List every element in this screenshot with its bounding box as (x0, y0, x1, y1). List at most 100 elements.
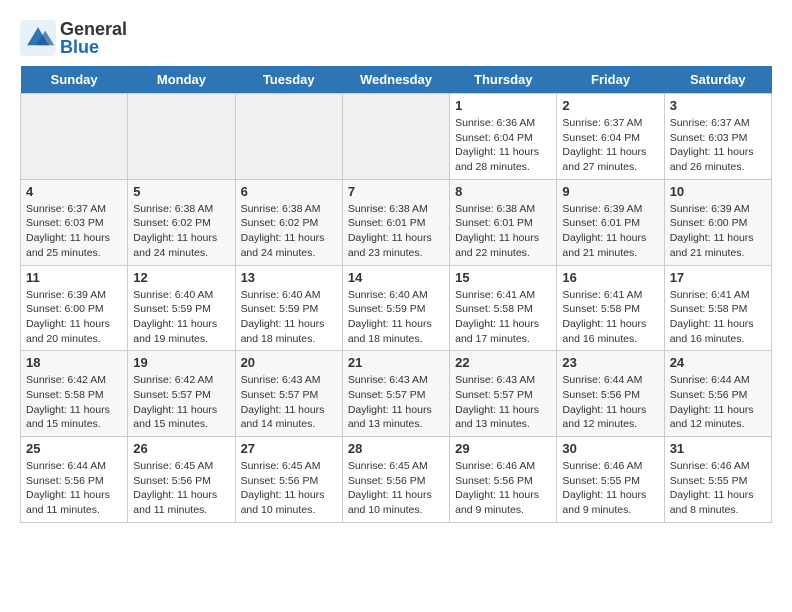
day-number: 10 (670, 184, 766, 199)
day-info: Sunrise: 6:38 AMSunset: 6:01 PMDaylight:… (348, 202, 444, 261)
day-number: 19 (133, 355, 229, 370)
day-number: 8 (455, 184, 551, 199)
day-info: Sunrise: 6:46 AMSunset: 5:56 PMDaylight:… (455, 459, 551, 518)
day-number: 7 (348, 184, 444, 199)
day-number: 9 (562, 184, 658, 199)
day-of-week-header: Tuesday (235, 66, 342, 94)
day-info: Sunrise: 6:42 AMSunset: 5:57 PMDaylight:… (133, 373, 229, 432)
calendar-cell: 24Sunrise: 6:44 AMSunset: 5:56 PMDayligh… (664, 351, 771, 437)
day-info: Sunrise: 6:45 AMSunset: 5:56 PMDaylight:… (241, 459, 337, 518)
header-row: SundayMondayTuesdayWednesdayThursdayFrid… (21, 66, 772, 94)
day-info: Sunrise: 6:38 AMSunset: 6:02 PMDaylight:… (133, 202, 229, 261)
day-info: Sunrise: 6:39 AMSunset: 6:00 PMDaylight:… (670, 202, 766, 261)
calendar-cell: 31 Sunrise: 6:46 AMSunset: 5:55 PMDayligh… (664, 437, 771, 523)
day-info: Sunrise: 6:43 AMSunset: 5:57 PMDaylight:… (348, 373, 444, 432)
day-number: 27 (241, 441, 337, 456)
day-info: Sunrise: 6:42 AMSunset: 5:58 PMDaylight:… (26, 373, 122, 432)
day-number: 30 (562, 441, 658, 456)
calendar-cell: 9 Sunrise: 6:39 AMSunset: 6:01 PMDaylight… (557, 179, 664, 265)
day-info: Sunrise: 6:39 AMSunset: 6:00 PMDaylight:… (26, 288, 122, 347)
day-number: 16 (562, 270, 658, 285)
calendar-cell: 6 Sunrise: 6:38 AMSunset: 6:02 PMDaylight… (235, 179, 342, 265)
day-number: 26 (133, 441, 229, 456)
day-info: Sunrise: 6:37 AMSunset: 6:03 PMDaylight:… (670, 116, 766, 175)
day-number: 22 (455, 355, 551, 370)
day-info: Sunrise: 6:37 AMSunset: 6:04 PMDaylight:… (562, 116, 658, 175)
day-number: 23 (562, 355, 658, 370)
calendar-cell: 30 Sunrise: 6:46 AMSunset: 5:55 PMDayligh… (557, 437, 664, 523)
day-of-week-header: Friday (557, 66, 664, 94)
day-number: 28 (348, 441, 444, 456)
day-number: 2 (562, 98, 658, 113)
day-of-week-header: Monday (128, 66, 235, 94)
calendar-cell: 4 Sunrise: 6:37 AMSunset: 6:03 PMDaylight… (21, 179, 128, 265)
calendar-cell: 5Sunrise: 6:38 AMSunset: 6:02 PMDaylight… (128, 179, 235, 265)
calendar-cell (235, 94, 342, 180)
calendar-cell: 16 Sunrise: 6:41 AMSunset: 5:58 PMDayligh… (557, 265, 664, 351)
day-info: Sunrise: 6:44 AMSunset: 5:56 PMDaylight:… (26, 459, 122, 518)
day-of-week-header: Saturday (664, 66, 771, 94)
day-info: Sunrise: 6:43 AMSunset: 5:57 PMDaylight:… (241, 373, 337, 432)
calendar-cell: 1Sunrise: 6:36 AMSunset: 6:04 PMDaylight… (450, 94, 557, 180)
calendar-cell: 7 Sunrise: 6:38 AMSunset: 6:01 PMDaylight… (342, 179, 449, 265)
calendar-week-row: 4 Sunrise: 6:37 AMSunset: 6:03 PMDaylight… (21, 179, 772, 265)
day-info: Sunrise: 6:40 AMSunset: 5:59 PMDaylight:… (348, 288, 444, 347)
day-info: Sunrise: 6:41 AMSunset: 5:58 PMDaylight:… (562, 288, 658, 347)
calendar-cell: 20Sunrise: 6:43 AMSunset: 5:57 PMDayligh… (235, 351, 342, 437)
calendar-cell: 25 Sunrise: 6:44 AMSunset: 5:56 PMDayligh… (21, 437, 128, 523)
day-number: 17 (670, 270, 766, 285)
day-number: 15 (455, 270, 551, 285)
day-info: Sunrise: 6:43 AMSunset: 5:57 PMDaylight:… (455, 373, 551, 432)
day-number: 29 (455, 441, 551, 456)
calendar-cell: 19 Sunrise: 6:42 AMSunset: 5:57 PMDayligh… (128, 351, 235, 437)
calendar-cell: 10 Sunrise: 6:39 AMSunset: 6:00 PMDayligh… (664, 179, 771, 265)
calendar-week-row: 25 Sunrise: 6:44 AMSunset: 5:56 PMDayligh… (21, 437, 772, 523)
day-number: 6 (241, 184, 337, 199)
day-info: Sunrise: 6:44 AMSunset: 5:56 PMDaylight:… (562, 373, 658, 432)
calendar-cell: 27 Sunrise: 6:45 AMSunset: 5:56 PMDayligh… (235, 437, 342, 523)
day-info: Sunrise: 6:38 AMSunset: 6:01 PMDaylight:… (455, 202, 551, 261)
day-info: Sunrise: 6:44 AMSunset: 5:56 PMDaylight:… (670, 373, 766, 432)
calendar-week-row: 11 Sunrise: 6:39 AMSunset: 6:00 PMDayligh… (21, 265, 772, 351)
calendar-cell: 15 Sunrise: 6:41 AMSunset: 5:58 PMDayligh… (450, 265, 557, 351)
logo: GeneralBlue (20, 20, 127, 56)
day-info: Sunrise: 6:38 AMSunset: 6:02 PMDaylight:… (241, 202, 337, 261)
logo-icon (20, 20, 56, 56)
calendar-cell: 14Sunrise: 6:40 AMSunset: 5:59 PMDayligh… (342, 265, 449, 351)
logo-text: GeneralBlue (60, 20, 127, 56)
day-info: Sunrise: 6:40 AMSunset: 5:59 PMDaylight:… (133, 288, 229, 347)
day-info: Sunrise: 6:41 AMSunset: 5:58 PMDaylight:… (670, 288, 766, 347)
calendar-cell: 21 Sunrise: 6:43 AMSunset: 5:57 PMDayligh… (342, 351, 449, 437)
calendar-week-row: 1Sunrise: 6:36 AMSunset: 6:04 PMDaylight… (21, 94, 772, 180)
calendar-week-row: 18Sunrise: 6:42 AMSunset: 5:58 PMDayligh… (21, 351, 772, 437)
day-info: Sunrise: 6:46 AMSunset: 5:55 PMDaylight:… (562, 459, 658, 518)
page-header: GeneralBlue (20, 20, 772, 56)
day-info: Sunrise: 6:37 AMSunset: 6:03 PMDaylight:… (26, 202, 122, 261)
day-of-week-header: Thursday (450, 66, 557, 94)
calendar-cell: 13 Sunrise: 6:40 AMSunset: 5:59 PMDayligh… (235, 265, 342, 351)
calendar-cell: 3Sunrise: 6:37 AMSunset: 6:03 PMDaylight… (664, 94, 771, 180)
day-info: Sunrise: 6:40 AMSunset: 5:59 PMDaylight:… (241, 288, 337, 347)
calendar-cell: 26 Sunrise: 6:45 AMSunset: 5:56 PMDayligh… (128, 437, 235, 523)
calendar-cell: 18Sunrise: 6:42 AMSunset: 5:58 PMDayligh… (21, 351, 128, 437)
calendar-cell: 22 Sunrise: 6:43 AMSunset: 5:57 PMDayligh… (450, 351, 557, 437)
day-info: Sunrise: 6:46 AMSunset: 5:55 PMDaylight:… (670, 459, 766, 518)
calendar-cell (21, 94, 128, 180)
day-of-week-header: Sunday (21, 66, 128, 94)
day-info: Sunrise: 6:39 AMSunset: 6:01 PMDaylight:… (562, 202, 658, 261)
day-number: 31 (670, 441, 766, 456)
day-number: 12 (133, 270, 229, 285)
calendar-cell: 17 Sunrise: 6:41 AMSunset: 5:58 PMDayligh… (664, 265, 771, 351)
calendar-table: SundayMondayTuesdayWednesdayThursdayFrid… (20, 66, 772, 523)
day-info: Sunrise: 6:45 AMSunset: 5:56 PMDaylight:… (348, 459, 444, 518)
day-number: 21 (348, 355, 444, 370)
day-number: 11 (26, 270, 122, 285)
day-number: 4 (26, 184, 122, 199)
calendar-cell: 23 Sunrise: 6:44 AMSunset: 5:56 PMDayligh… (557, 351, 664, 437)
calendar-cell (128, 94, 235, 180)
day-info: Sunrise: 6:41 AMSunset: 5:58 PMDaylight:… (455, 288, 551, 347)
day-number: 25 (26, 441, 122, 456)
day-info: Sunrise: 6:45 AMSunset: 5:56 PMDaylight:… (133, 459, 229, 518)
day-number: 13 (241, 270, 337, 285)
day-info: Sunrise: 6:36 AMSunset: 6:04 PMDaylight:… (455, 116, 551, 175)
